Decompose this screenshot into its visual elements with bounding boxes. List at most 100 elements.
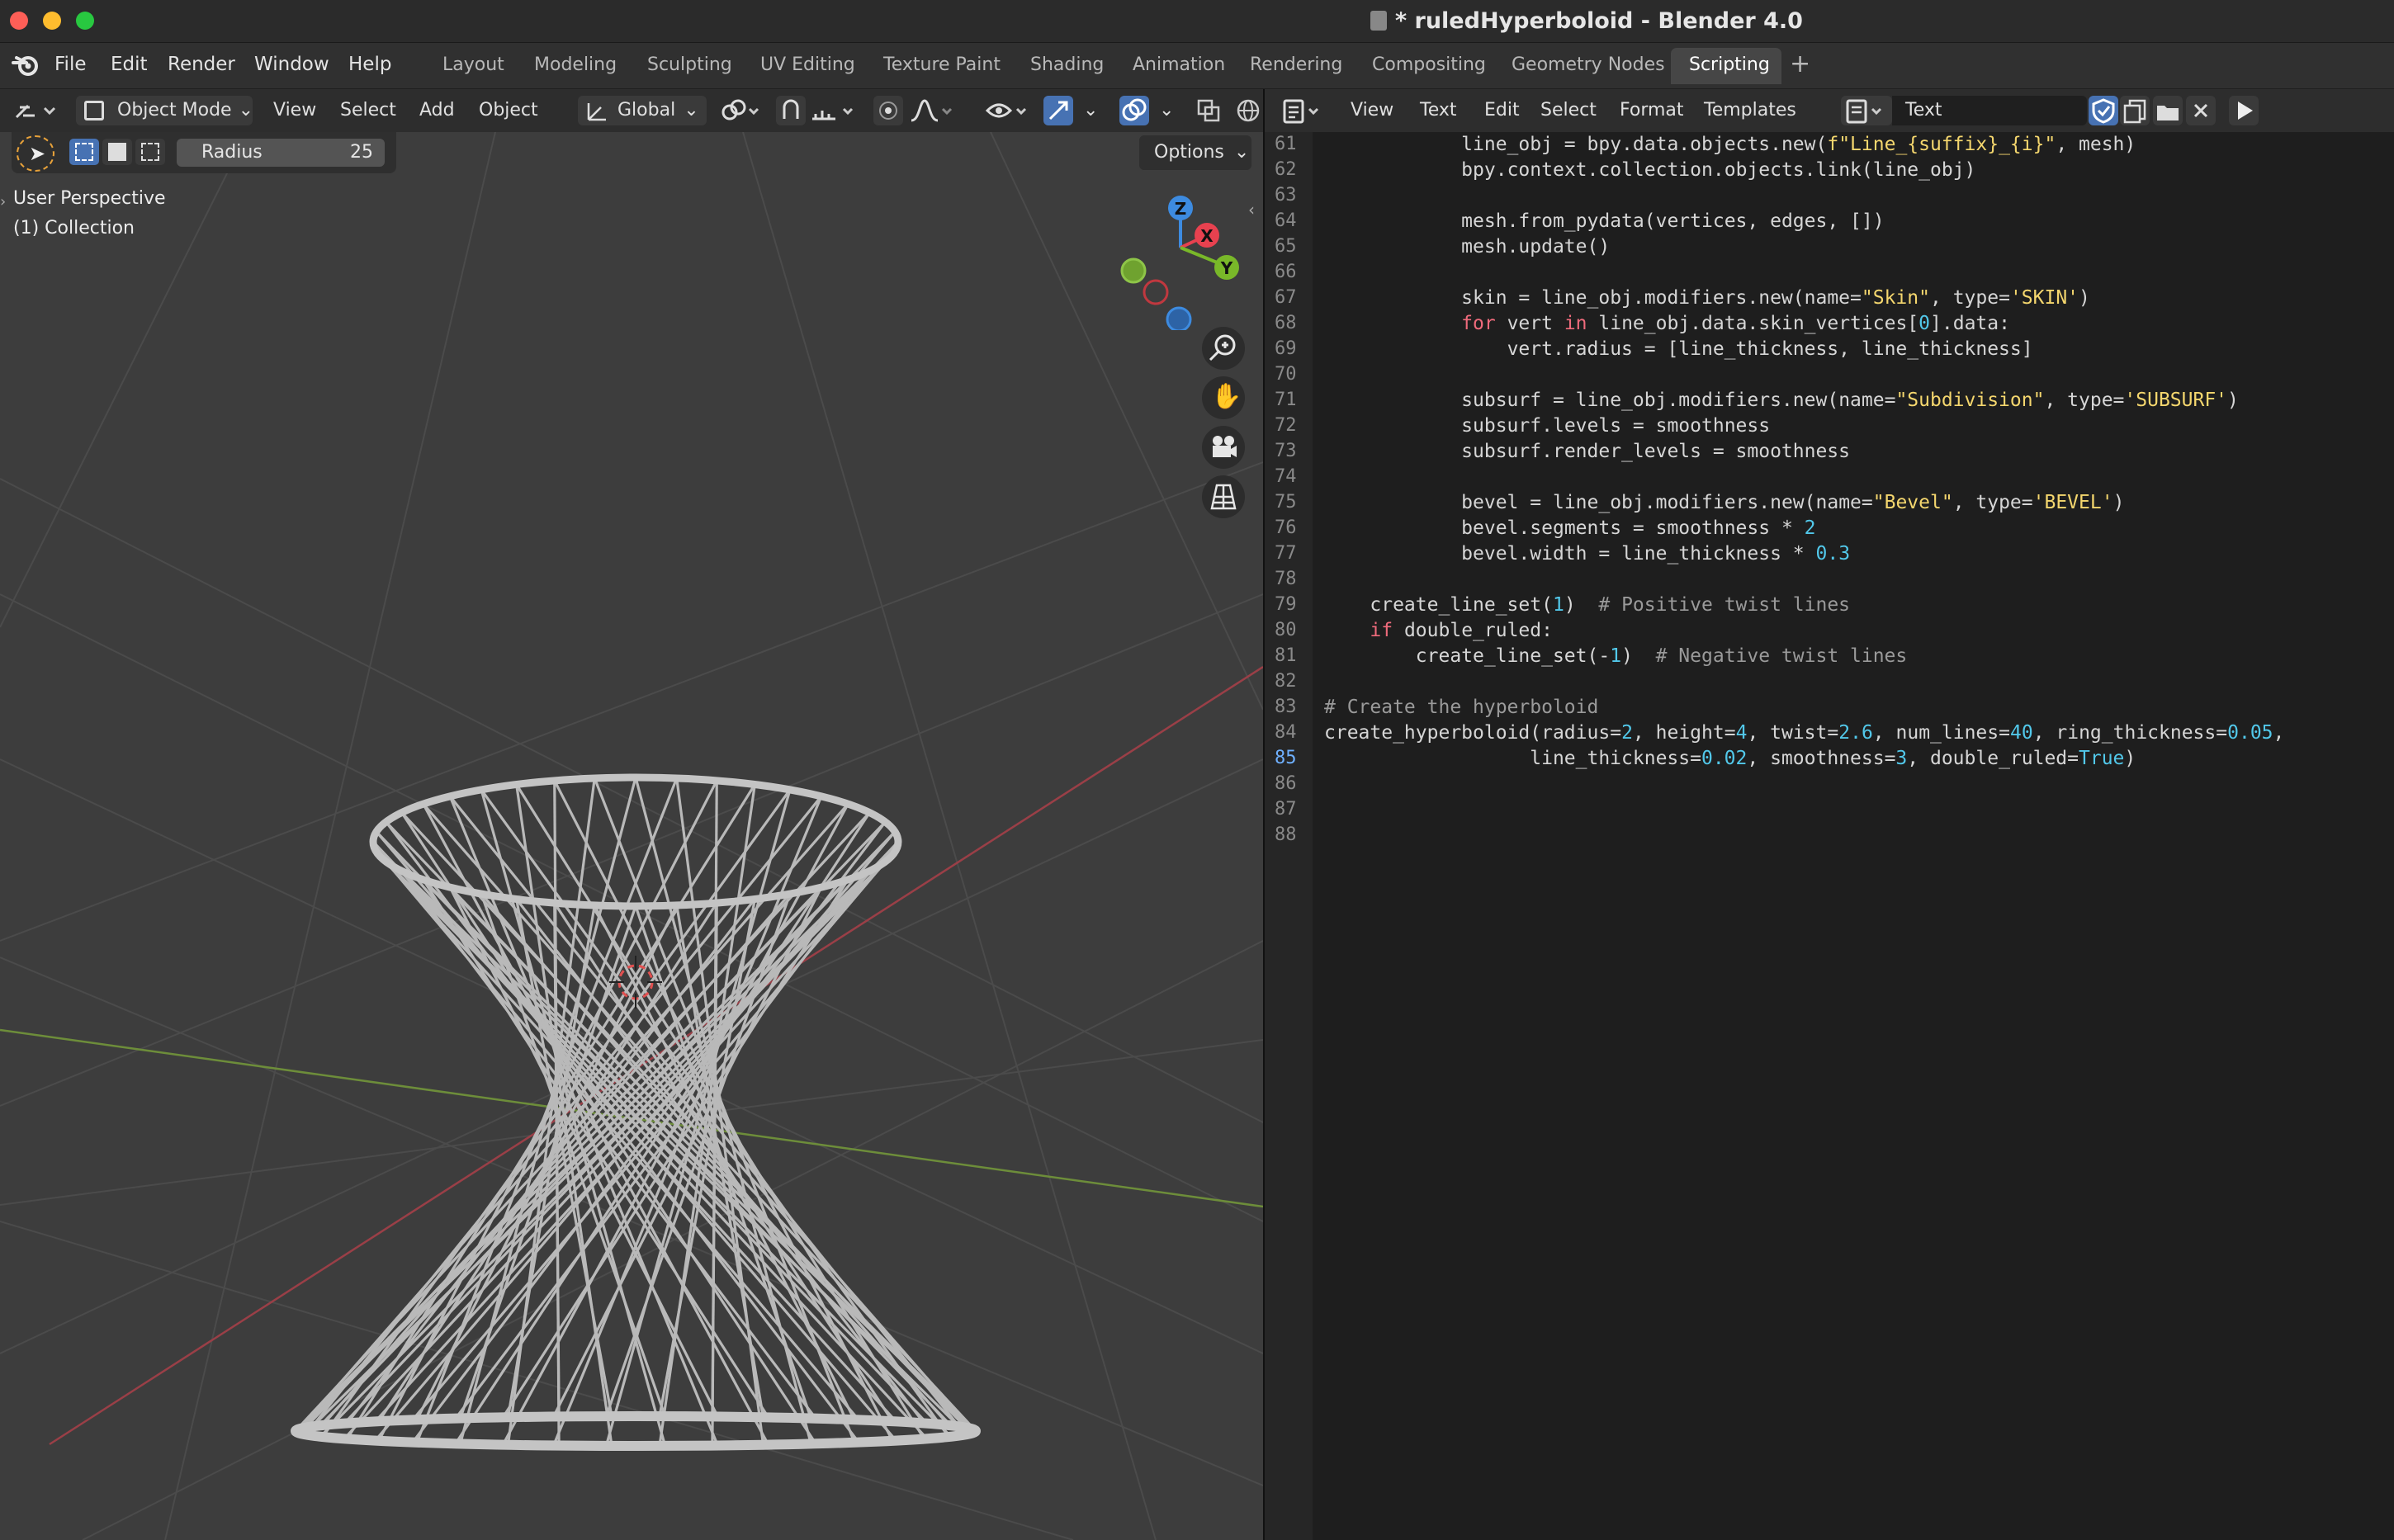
radius-field[interactable]: Radius 25 [177, 139, 385, 167]
chevron-down-icon[interactable]: ⌄ [1083, 96, 1098, 125]
code-line[interactable]: create_line_set(1) # Positive twist line… [1324, 594, 1850, 616]
3d-viewport[interactable]: ➤ Radius 25 Options ⌄ ‹ › User Perspectiv… [0, 132, 1263, 1540]
code-line[interactable]: for vert in line_obj.data.skin_vertices[… [1324, 313, 2010, 334]
code-line[interactable]: line_obj = bpy.data.objects.new(f"Line_{… [1324, 134, 2136, 155]
code-line[interactable]: line_thickness=0.02, smoothness=3, doubl… [1324, 748, 2136, 769]
text-menu-format[interactable]: Format [1620, 96, 1684, 125]
select-mode-extend-icon[interactable] [102, 139, 132, 165]
line-number: 74 [1275, 466, 1297, 487]
tool-settings-bar: ➤ Radius 25 [12, 132, 396, 173]
fake-user-shield-icon[interactable] [2089, 96, 2118, 125]
text-menu-select[interactable]: Select [1540, 96, 1597, 125]
menu-edit[interactable]: Edit [111, 54, 148, 75]
proportional-edit-icon[interactable] [873, 96, 903, 125]
xray-toggle-icon[interactable] [1194, 96, 1223, 125]
menu-file[interactable]: File [54, 54, 87, 75]
camera-view-icon[interactable] [1202, 426, 1245, 469]
gizmo-neg-x-axis[interactable] [1143, 279, 1169, 305]
snap-toggle-icon[interactable] [776, 96, 806, 125]
code-line[interactable]: bevel = line_obj.modifiers.new(name="Bev… [1324, 492, 2124, 513]
tab-compositing[interactable]: Compositing [1372, 54, 1486, 75]
editor-type-3d-icon[interactable] [12, 96, 59, 125]
code-line[interactable]: subsurf = line_obj.modifiers.new(name="S… [1324, 390, 2239, 411]
menu-add[interactable]: Add [419, 96, 455, 125]
menu-window[interactable]: Window [254, 54, 329, 75]
code-line[interactable]: subsurf.levels = smoothness [1324, 415, 1770, 437]
navigation-gizmo[interactable]: Z X Y [1106, 190, 1255, 330]
code-line[interactable]: subsurf.render_levels = smoothness [1324, 441, 1850, 462]
select-mode-subtract-icon[interactable] [135, 139, 165, 165]
wireframe-shading-icon[interactable] [1233, 96, 1263, 125]
code-line[interactable]: bevel.segments = smoothness * 2 [1324, 517, 1815, 539]
text-menu-text[interactable]: Text [1420, 96, 1457, 125]
code-line[interactable]: mesh.from_pydata(vertices, edges, []) [1324, 210, 1884, 232]
chevron-down-icon[interactable]: ⌄ [1159, 96, 1174, 125]
text-menu-templates[interactable]: Templates [1704, 96, 1796, 125]
options-dropdown[interactable]: Options ⌄ [1139, 135, 1251, 170]
menu-help[interactable]: Help [348, 54, 391, 75]
menu-select[interactable]: Select [340, 96, 396, 125]
falloff-curve-icon[interactable] [908, 96, 958, 125]
transform-orientation-dropdown[interactable]: Global ⌄ [578, 96, 707, 125]
menu-object[interactable]: Object [479, 96, 538, 125]
code-line[interactable]: vert.radius = [line_thickness, line_thic… [1324, 338, 2033, 360]
gizmo-toggle-icon[interactable] [1043, 96, 1073, 125]
editor-type-text-icon[interactable] [1281, 96, 1327, 125]
toolbar-toggle-icon[interactable]: › [0, 193, 6, 210]
pan-view-hand-icon[interactable]: ✋ [1202, 376, 1245, 419]
gizmo-neg-y-axis[interactable] [1120, 257, 1147, 284]
tab-layout[interactable]: Layout [442, 54, 504, 75]
code-line[interactable]: if double_ruled: [1324, 620, 1553, 641]
tab-uv-editing[interactable]: UV Editing [760, 54, 855, 75]
line-number: 87 [1275, 799, 1297, 820]
line-number: 76 [1275, 517, 1297, 538]
close-window-button[interactable] [10, 12, 28, 30]
code-line[interactable]: mesh.update() [1324, 236, 1610, 257]
run-script-play-icon[interactable] [2229, 96, 2259, 125]
visibility-eye-icon[interactable] [984, 96, 1034, 125]
blender-logo-icon[interactable] [12, 53, 40, 78]
text-editor[interactable]: 61 62 63 64 65 66 67 68 69 70 71 72 73 74 75 76 77 78 79 80… [1265, 132, 2394, 1540]
menu-view[interactable]: View [273, 96, 316, 125]
zoom-window-button[interactable] [76, 12, 94, 30]
line-number: 66 [1275, 262, 1297, 282]
open-text-folder-icon[interactable] [2153, 96, 2183, 125]
pivot-point-icon[interactable] [718, 96, 768, 125]
tab-scripting[interactable]: Scripting [1689, 54, 1770, 75]
gizmo-neg-z-axis[interactable] [1166, 306, 1192, 330]
new-text-icon[interactable] [2120, 96, 2150, 125]
unlink-text-close-icon[interactable] [2186, 96, 2216, 125]
line-number: 69 [1275, 338, 1297, 359]
select-mode-new-icon[interactable] [69, 139, 99, 165]
add-workspace-icon[interactable]: + [1790, 50, 1810, 78]
code-line[interactable]: create_hyperboloid(radius=2, height=4, t… [1324, 722, 2284, 744]
tab-texture-paint[interactable]: Texture Paint [883, 54, 1001, 75]
top-menu-bar: File Edit Render Window Help Layout Mode… [0, 43, 2394, 89]
ruled-hyperboloid-mesh[interactable] [291, 773, 981, 1451]
snap-target-icon[interactable] [809, 96, 862, 125]
browse-text-icon[interactable] [1841, 96, 1892, 125]
tab-animation[interactable]: Animation [1133, 54, 1225, 75]
text-menu-view[interactable]: View [1351, 96, 1393, 125]
zoom-view-icon[interactable] [1202, 327, 1245, 370]
code-line[interactable]: create_line_set(-1) # Negative twist lin… [1324, 645, 1907, 667]
minimize-window-button[interactable] [43, 12, 61, 30]
line-number: 65 [1275, 236, 1297, 257]
tab-rendering[interactable]: Rendering [1250, 54, 1342, 75]
tab-shading[interactable]: Shading [1030, 54, 1104, 75]
tab-modeling[interactable]: Modeling [534, 54, 617, 75]
code-line[interactable]: bevel.width = line_thickness * 0.3 [1324, 543, 1850, 565]
line-number: 78 [1275, 569, 1297, 589]
object-mode-dropdown[interactable]: Object Mode ⌄ [76, 96, 253, 125]
code-line[interactable]: bpy.context.collection.objects.link(line… [1324, 159, 1975, 181]
tab-sculpting[interactable]: Sculpting [647, 54, 732, 75]
text-datablock-name-field[interactable]: Text [1892, 96, 2087, 125]
tab-geometry-nodes[interactable]: Geometry Nodes [1512, 54, 1665, 75]
code-line[interactable]: # Create the hyperboloid [1324, 697, 1598, 718]
perspective-toggle-grid-icon[interactable] [1202, 475, 1245, 518]
code-line[interactable]: skin = line_obj.modifiers.new(name="Skin… [1324, 287, 2090, 309]
menu-render[interactable]: Render [168, 54, 235, 75]
select-tool-icon[interactable]: ➤ [17, 135, 54, 172]
overlays-toggle-icon[interactable] [1119, 96, 1149, 125]
text-menu-edit[interactable]: Edit [1484, 96, 1520, 125]
